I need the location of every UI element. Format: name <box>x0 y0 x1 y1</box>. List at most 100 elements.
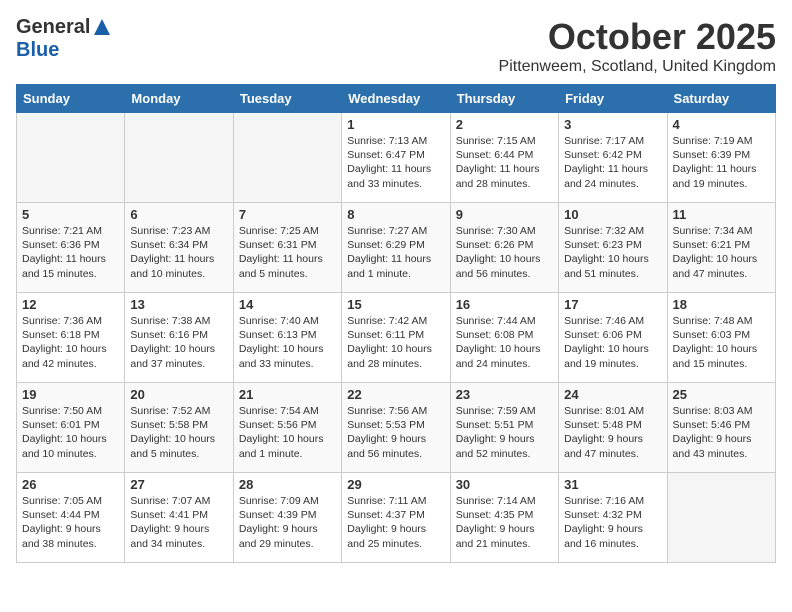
weekday-header: Saturday <box>667 85 775 113</box>
calendar-cell: 13 Sunrise: 7:38 AM Sunset: 6:16 PM Dayli… <box>125 293 233 383</box>
logo: General Blue <box>16 16 112 62</box>
logo-blue-text: Blue <box>16 39 59 61</box>
calendar-cell: 31 Sunrise: 7:16 AM Sunset: 4:32 PM Dayli… <box>559 473 667 563</box>
calendar-cell: 22 Sunrise: 7:56 AM Sunset: 5:53 PM Dayli… <box>342 383 450 473</box>
day-number: 31 <box>564 477 661 492</box>
calendar-cell: 21 Sunrise: 7:54 AM Sunset: 5:56 PM Dayli… <box>233 383 341 473</box>
day-number: 10 <box>564 207 661 222</box>
day-number: 11 <box>673 207 770 222</box>
title-block: October 2025 Pittenweem, Scotland, Unite… <box>499 16 776 76</box>
day-info: Sunrise: 7:21 AM Sunset: 6:36 PM Dayligh… <box>22 224 119 281</box>
day-info: Sunrise: 7:50 AM Sunset: 6:01 PM Dayligh… <box>22 404 119 461</box>
day-info: Sunrise: 7:17 AM Sunset: 6:42 PM Dayligh… <box>564 134 661 191</box>
calendar-cell <box>125 113 233 203</box>
day-info: Sunrise: 7:42 AM Sunset: 6:11 PM Dayligh… <box>347 314 444 371</box>
day-number: 22 <box>347 387 444 402</box>
calendar-cell: 2Sunrise: 7:15 AM Sunset: 6:44 PM Daylig… <box>450 113 558 203</box>
calendar-cell: 24Sunrise: 8:01 AM Sunset: 5:48 PM Dayli… <box>559 383 667 473</box>
calendar-cell: 7 Sunrise: 7:25 AM Sunset: 6:31 PM Daylig… <box>233 203 341 293</box>
day-info: Sunrise: 7:14 AM Sunset: 4:35 PM Dayligh… <box>456 494 553 551</box>
calendar-cell: 1Sunrise: 7:13 AM Sunset: 6:47 PM Daylig… <box>342 113 450 203</box>
day-number: 3 <box>564 117 661 132</box>
day-number: 27 <box>130 477 227 492</box>
day-info: Sunrise: 7:05 AM Sunset: 4:44 PM Dayligh… <box>22 494 119 551</box>
day-number: 25 <box>673 387 770 402</box>
day-info: Sunrise: 7:07 AM Sunset: 4:41 PM Dayligh… <box>130 494 227 551</box>
day-info: Sunrise: 7:38 AM Sunset: 6:16 PM Dayligh… <box>130 314 227 371</box>
calendar-cell: 27 Sunrise: 7:07 AM Sunset: 4:41 PM Dayli… <box>125 473 233 563</box>
calendar-cell: 10 Sunrise: 7:32 AM Sunset: 6:23 PM Dayli… <box>559 203 667 293</box>
calendar-cell: 9Sunrise: 7:30 AM Sunset: 6:26 PM Daylig… <box>450 203 558 293</box>
day-info: Sunrise: 7:36 AM Sunset: 6:18 PM Dayligh… <box>22 314 119 371</box>
calendar-week-row: 5 Sunrise: 7:21 AM Sunset: 6:36 PM Daylig… <box>17 203 776 293</box>
calendar-cell: 29 Sunrise: 7:11 AM Sunset: 4:37 PM Dayli… <box>342 473 450 563</box>
day-number: 5 <box>22 207 119 222</box>
day-number: 21 <box>239 387 336 402</box>
day-info: Sunrise: 7:48 AM Sunset: 6:03 PM Dayligh… <box>673 314 770 371</box>
calendar-cell: 20Sunrise: 7:52 AM Sunset: 5:58 PM Dayli… <box>125 383 233 473</box>
calendar-cell: 3 Sunrise: 7:17 AM Sunset: 6:42 PM Daylig… <box>559 113 667 203</box>
calendar-cell <box>17 113 125 203</box>
calendar: SundayMondayTuesdayWednesdayThursdayFrid… <box>16 84 776 563</box>
day-number: 15 <box>347 297 444 312</box>
calendar-cell: 30 Sunrise: 7:14 AM Sunset: 4:35 PM Dayli… <box>450 473 558 563</box>
day-number: 29 <box>347 477 444 492</box>
day-number: 13 <box>130 297 227 312</box>
calendar-cell: 18 Sunrise: 7:48 AM Sunset: 6:03 PM Dayli… <box>667 293 775 383</box>
calendar-cell <box>233 113 341 203</box>
day-info: Sunrise: 7:23 AM Sunset: 6:34 PM Dayligh… <box>130 224 227 281</box>
day-info: Sunrise: 7:32 AM Sunset: 6:23 PM Dayligh… <box>564 224 661 281</box>
calendar-week-row: 1Sunrise: 7:13 AM Sunset: 6:47 PM Daylig… <box>17 113 776 203</box>
day-number: 26 <box>22 477 119 492</box>
day-info: Sunrise: 7:19 AM Sunset: 6:39 PM Dayligh… <box>673 134 770 191</box>
day-number: 14 <box>239 297 336 312</box>
day-info: Sunrise: 7:13 AM Sunset: 6:47 PM Dayligh… <box>347 134 444 191</box>
day-number: 7 <box>239 207 336 222</box>
calendar-cell: 19 Sunrise: 7:50 AM Sunset: 6:01 PM Dayli… <box>17 383 125 473</box>
day-info: Sunrise: 7:34 AM Sunset: 6:21 PM Dayligh… <box>673 224 770 281</box>
calendar-cell: 11 Sunrise: 7:34 AM Sunset: 6:21 PM Dayli… <box>667 203 775 293</box>
calendar-header-row: SundayMondayTuesdayWednesdayThursdayFrid… <box>17 85 776 113</box>
day-number: 18 <box>673 297 770 312</box>
calendar-cell: 12 Sunrise: 7:36 AM Sunset: 6:18 PM Dayli… <box>17 293 125 383</box>
weekday-header: Thursday <box>450 85 558 113</box>
calendar-cell: 6Sunrise: 7:23 AM Sunset: 6:34 PM Daylig… <box>125 203 233 293</box>
calendar-cell: 26 Sunrise: 7:05 AM Sunset: 4:44 PM Dayli… <box>17 473 125 563</box>
day-number: 9 <box>456 207 553 222</box>
day-number: 19 <box>22 387 119 402</box>
day-info: Sunrise: 7:40 AM Sunset: 6:13 PM Dayligh… <box>239 314 336 371</box>
calendar-cell: 8 Sunrise: 7:27 AM Sunset: 6:29 PM Daylig… <box>342 203 450 293</box>
day-number: 8 <box>347 207 444 222</box>
day-info: Sunrise: 7:54 AM Sunset: 5:56 PM Dayligh… <box>239 404 336 461</box>
day-number: 28 <box>239 477 336 492</box>
day-number: 30 <box>456 477 553 492</box>
day-info: Sunrise: 7:27 AM Sunset: 6:29 PM Dayligh… <box>347 224 444 281</box>
logo-icon <box>92 17 112 37</box>
day-info: Sunrise: 7:25 AM Sunset: 6:31 PM Dayligh… <box>239 224 336 281</box>
day-info: Sunrise: 7:11 AM Sunset: 4:37 PM Dayligh… <box>347 494 444 551</box>
day-info: Sunrise: 7:16 AM Sunset: 4:32 PM Dayligh… <box>564 494 661 551</box>
weekday-header: Wednesday <box>342 85 450 113</box>
day-info: Sunrise: 7:09 AM Sunset: 4:39 PM Dayligh… <box>239 494 336 551</box>
location: Pittenweem, Scotland, United Kingdom <box>499 58 776 76</box>
calendar-cell: 15 Sunrise: 7:42 AM Sunset: 6:11 PM Dayli… <box>342 293 450 383</box>
calendar-cell: 28 Sunrise: 7:09 AM Sunset: 4:39 PM Dayli… <box>233 473 341 563</box>
logo-general: General <box>16 16 90 39</box>
calendar-cell: 23Sunrise: 7:59 AM Sunset: 5:51 PM Dayli… <box>450 383 558 473</box>
day-number: 23 <box>456 387 553 402</box>
header: General Blue October 2025 Pittenweem, Sc… <box>16 16 776 76</box>
day-number: 16 <box>456 297 553 312</box>
calendar-week-row: 12 Sunrise: 7:36 AM Sunset: 6:18 PM Dayli… <box>17 293 776 383</box>
calendar-cell <box>667 473 775 563</box>
calendar-cell: 14 Sunrise: 7:40 AM Sunset: 6:13 PM Dayli… <box>233 293 341 383</box>
calendar-cell: 25 Sunrise: 8:03 AM Sunset: 5:46 PM Dayli… <box>667 383 775 473</box>
day-number: 4 <box>673 117 770 132</box>
day-info: Sunrise: 7:56 AM Sunset: 5:53 PM Dayligh… <box>347 404 444 461</box>
day-number: 2 <box>456 117 553 132</box>
day-number: 12 <box>22 297 119 312</box>
day-info: Sunrise: 7:44 AM Sunset: 6:08 PM Dayligh… <box>456 314 553 371</box>
day-number: 24 <box>564 387 661 402</box>
calendar-week-row: 26 Sunrise: 7:05 AM Sunset: 4:44 PM Dayli… <box>17 473 776 563</box>
weekday-header: Monday <box>125 85 233 113</box>
day-info: Sunrise: 8:03 AM Sunset: 5:46 PM Dayligh… <box>673 404 770 461</box>
